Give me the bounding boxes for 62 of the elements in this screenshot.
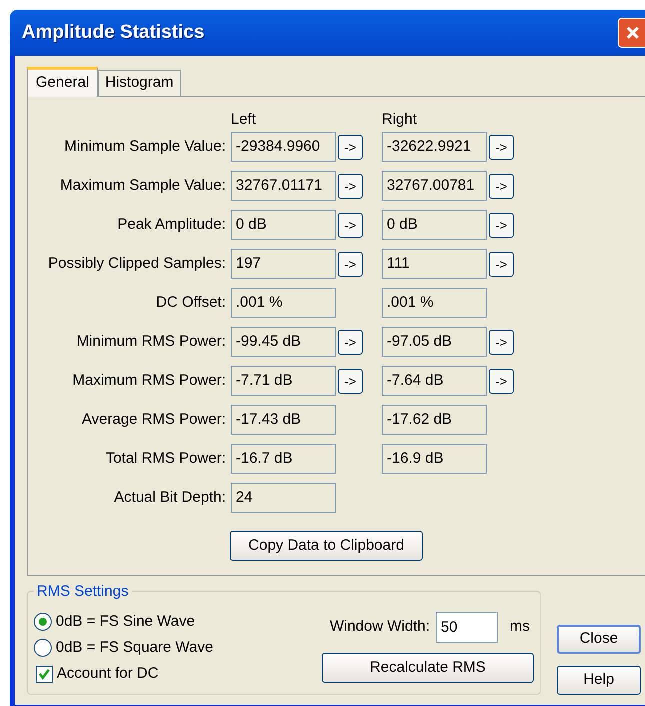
stat-label: Average RMS Power: bbox=[81, 410, 226, 430]
go-button[interactable]: -> bbox=[338, 212, 363, 238]
stat-label: Actual Bit Depth: bbox=[113, 488, 226, 508]
unit-label: ms bbox=[510, 617, 530, 638]
stat-label: Peak Amplitude: bbox=[116, 214, 226, 235]
value-field: -29384.9960 bbox=[231, 132, 336, 162]
stat-label: Minimum Sample Value: bbox=[64, 136, 226, 157]
value-field: -16.7 dB bbox=[231, 444, 336, 474]
stat-label: Total RMS Power: bbox=[104, 448, 226, 469]
copy-button[interactable]: Copy Data to Clipboard bbox=[230, 531, 423, 561]
value-field: 24 bbox=[231, 483, 336, 513]
go-button[interactable]: -> bbox=[338, 174, 363, 198]
go-button[interactable]: -> bbox=[489, 330, 514, 354]
recalculate-button[interactable]: Recalculate RMS bbox=[322, 653, 534, 683]
value-field: -97.05 dB bbox=[382, 327, 487, 357]
value-field: 32767.01171 bbox=[231, 171, 336, 201]
tab[interactable]: Histogram bbox=[98, 70, 181, 96]
go-button[interactable]: -> bbox=[338, 330, 363, 354]
value-field: -16.9 dB bbox=[382, 444, 487, 474]
window-width-label: Window Width: bbox=[330, 617, 430, 638]
check-icon bbox=[38, 668, 51, 680]
value-field: -7.64 dB bbox=[382, 366, 487, 396]
value-field: .001 % bbox=[382, 288, 487, 318]
stat-label: Possibly Clipped Samples: bbox=[47, 254, 226, 274]
stat-label: Maximum RMS Power: bbox=[72, 370, 226, 391]
value-field: -32622.9921 bbox=[382, 132, 487, 162]
dialog-button[interactable]: Close bbox=[557, 625, 641, 654]
value-field: -17.62 dB bbox=[382, 405, 487, 435]
value-field: 0 dB bbox=[231, 210, 336, 240]
close-icon bbox=[625, 25, 641, 41]
value-field: 0 dB bbox=[382, 210, 487, 240]
value-field: -7.71 dB bbox=[231, 366, 336, 396]
go-button[interactable]: -> bbox=[338, 368, 363, 394]
dialog-button[interactable]: Help bbox=[557, 666, 641, 695]
go-button[interactable]: -> bbox=[489, 252, 514, 276]
value-field: -17.43 dB bbox=[231, 405, 336, 435]
value-field: 197 bbox=[231, 249, 336, 279]
go-button[interactable]: -> bbox=[489, 212, 514, 238]
column-header: Left bbox=[231, 110, 258, 129]
tab[interactable]: General bbox=[27, 67, 98, 97]
go-button[interactable]: -> bbox=[489, 174, 514, 198]
radio-label: 0dB = FS Square Wave bbox=[56, 638, 214, 658]
radio-button[interactable] bbox=[34, 613, 52, 631]
window-title: Amplitude Statistics bbox=[22, 20, 205, 45]
value-field: 32767.00781 bbox=[382, 171, 487, 201]
column-header: Right bbox=[382, 110, 418, 129]
value-field: .001 % bbox=[231, 288, 336, 318]
go-button[interactable]: -> bbox=[338, 252, 363, 276]
stat-label: DC Offset: bbox=[155, 292, 226, 313]
go-button[interactable]: -> bbox=[489, 368, 514, 394]
stat-label: Maximum Sample Value: bbox=[59, 176, 226, 196]
radio-label: 0dB = FS Sine Wave bbox=[56, 612, 196, 632]
checkbox-label: Account for DC bbox=[57, 664, 159, 684]
value-field: -99.45 dB bbox=[231, 327, 336, 357]
close-button[interactable] bbox=[618, 18, 645, 48]
go-button[interactable]: -> bbox=[489, 134, 514, 160]
stat-label: Minimum RMS Power: bbox=[76, 332, 226, 352]
go-button[interactable]: -> bbox=[338, 134, 363, 160]
value-field: 111 bbox=[382, 249, 487, 279]
checkbox[interactable] bbox=[36, 666, 53, 682]
window-width-field[interactable]: 50 bbox=[436, 612, 498, 643]
radio-button[interactable] bbox=[34, 639, 52, 657]
